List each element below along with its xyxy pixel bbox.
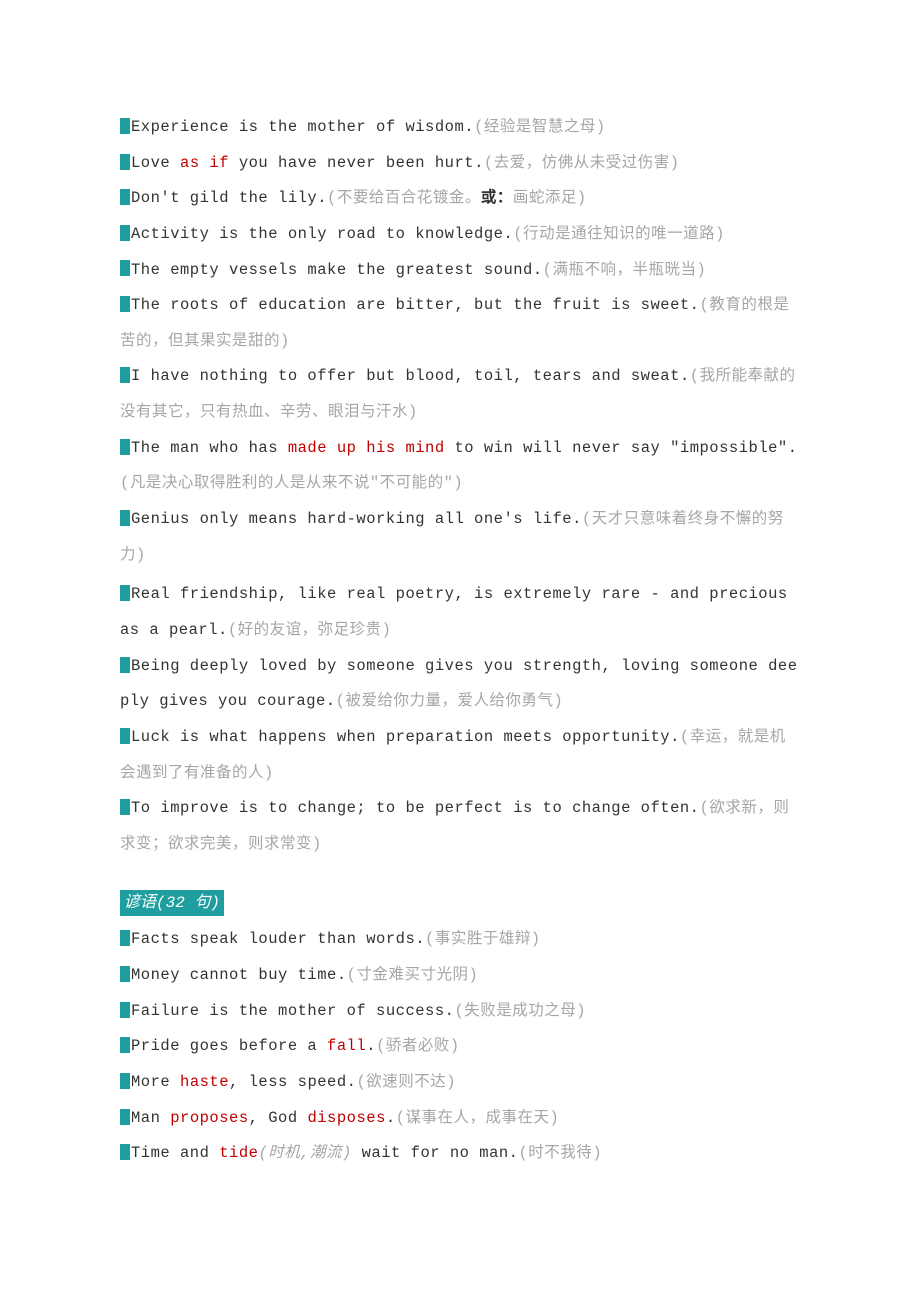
proverb-zh: (失败是成功之母) [454, 1002, 586, 1020]
quote-line: Luck is what happens when preparation me… [120, 720, 800, 791]
proverb-zh: (寸金难买寸光阴) [347, 966, 479, 984]
bullet-marker [120, 966, 130, 982]
quote-line: Being deeply loved by someone gives you … [120, 649, 800, 720]
quote-line: To improve is to change; to be perfect i… [120, 791, 800, 862]
highlight: disposes [307, 1109, 385, 1127]
quote-zh: (行动是通往知识的唯一道路) [513, 225, 725, 243]
highlight: fall [327, 1037, 366, 1055]
bullet-marker [120, 260, 130, 276]
paren-note: (时机,潮流) [258, 1144, 351, 1162]
highlight: as if [180, 154, 239, 172]
bullet-marker [120, 657, 130, 673]
bullet-marker [120, 439, 130, 455]
proverb-line: Failure is the mother of success.(失败是成功之… [120, 994, 800, 1030]
bullet-marker [120, 1144, 130, 1160]
quote-line: Experience is the mother of wisdom.(经验是智… [120, 110, 800, 146]
bullet-marker [120, 1109, 130, 1125]
proverb-zh: (时不我待) [518, 1144, 602, 1162]
section-header: 谚语(32 句) [120, 890, 224, 916]
proverb-line: Pride goes before a fall.(骄者必败) [120, 1029, 800, 1065]
document-page: Experience is the mother of wisdom.(经验是智… [0, 0, 920, 1272]
quote-zh: (经验是智慧之母) [474, 118, 606, 136]
bullet-marker [120, 585, 130, 601]
quote-line: The roots of education are bitter, but t… [120, 288, 800, 359]
quote-line: The empty vessels make the greatest soun… [120, 253, 800, 289]
quote-line: Real friendship, like real poetry, is ex… [120, 577, 800, 648]
highlight: haste [180, 1073, 229, 1091]
proverb-line: More haste, less speed.(欲速则不达) [120, 1065, 800, 1101]
quote-zh: (去爱，仿佛从未受过伤害) [484, 154, 680, 172]
bullet-marker [120, 367, 130, 383]
highlight: made up his mind [288, 439, 455, 457]
proverb-zh: (谋事在人，成事在天) [396, 1109, 560, 1127]
bullet-marker [120, 1073, 130, 1089]
bullet-marker [120, 930, 130, 946]
quote-line: The man who has made up his mind to win … [120, 431, 800, 502]
proverb-line: Man proposes, God disposes.(谋事在人，成事在天) [120, 1101, 800, 1137]
quote-en: Experience is the mother of wisdom. [131, 118, 474, 136]
proverb-line: Money cannot buy time.(寸金难买寸光阴) [120, 958, 800, 994]
bullet-marker [120, 1037, 130, 1053]
proverb-zh: (骄者必败) [376, 1037, 460, 1055]
bullet-marker [120, 1002, 130, 1018]
bullet-marker [120, 154, 130, 170]
quote-zh: (被爱给你力量，爱人给你勇气) [336, 692, 564, 710]
bullet-marker [120, 728, 130, 744]
quote-zh: (好的友谊，弥足珍贵) [228, 621, 392, 639]
bullet-marker [120, 510, 130, 526]
quote-line: I have nothing to offer but blood, toil,… [120, 359, 800, 430]
highlight: tide [219, 1144, 258, 1162]
quote-line: Genius only means hard-working all one's… [120, 502, 800, 573]
proverb-zh: (欲速则不达) [356, 1073, 456, 1091]
bullet-marker [120, 799, 130, 815]
proverb-line: Facts speak louder than words.(事实胜于雄辩) [120, 922, 800, 958]
quote-line: Activity is the only road to knowledge.(… [120, 217, 800, 253]
proverb-line: Time and tide(时机,潮流) wait for no man.(时不… [120, 1136, 800, 1172]
bullet-marker [120, 296, 130, 312]
bullet-marker [120, 118, 130, 134]
quote-zh: (凡是决心取得胜利的人是从来不说"不可能的") [120, 474, 463, 492]
quote-line: Love as if you have never been hurt.(去爱，… [120, 146, 800, 182]
bullet-marker [120, 225, 130, 241]
quote-line: Don't gild the lily.(不要给百合花镀金。或：画蛇添足) [120, 181, 800, 217]
proverb-zh: (事实胜于雄辩) [425, 930, 541, 948]
bold-text: 或： [481, 189, 513, 207]
quote-zh: (满瓶不响，半瓶晄当) [543, 261, 707, 279]
highlight: proposes [170, 1109, 248, 1127]
bullet-marker [120, 189, 130, 205]
